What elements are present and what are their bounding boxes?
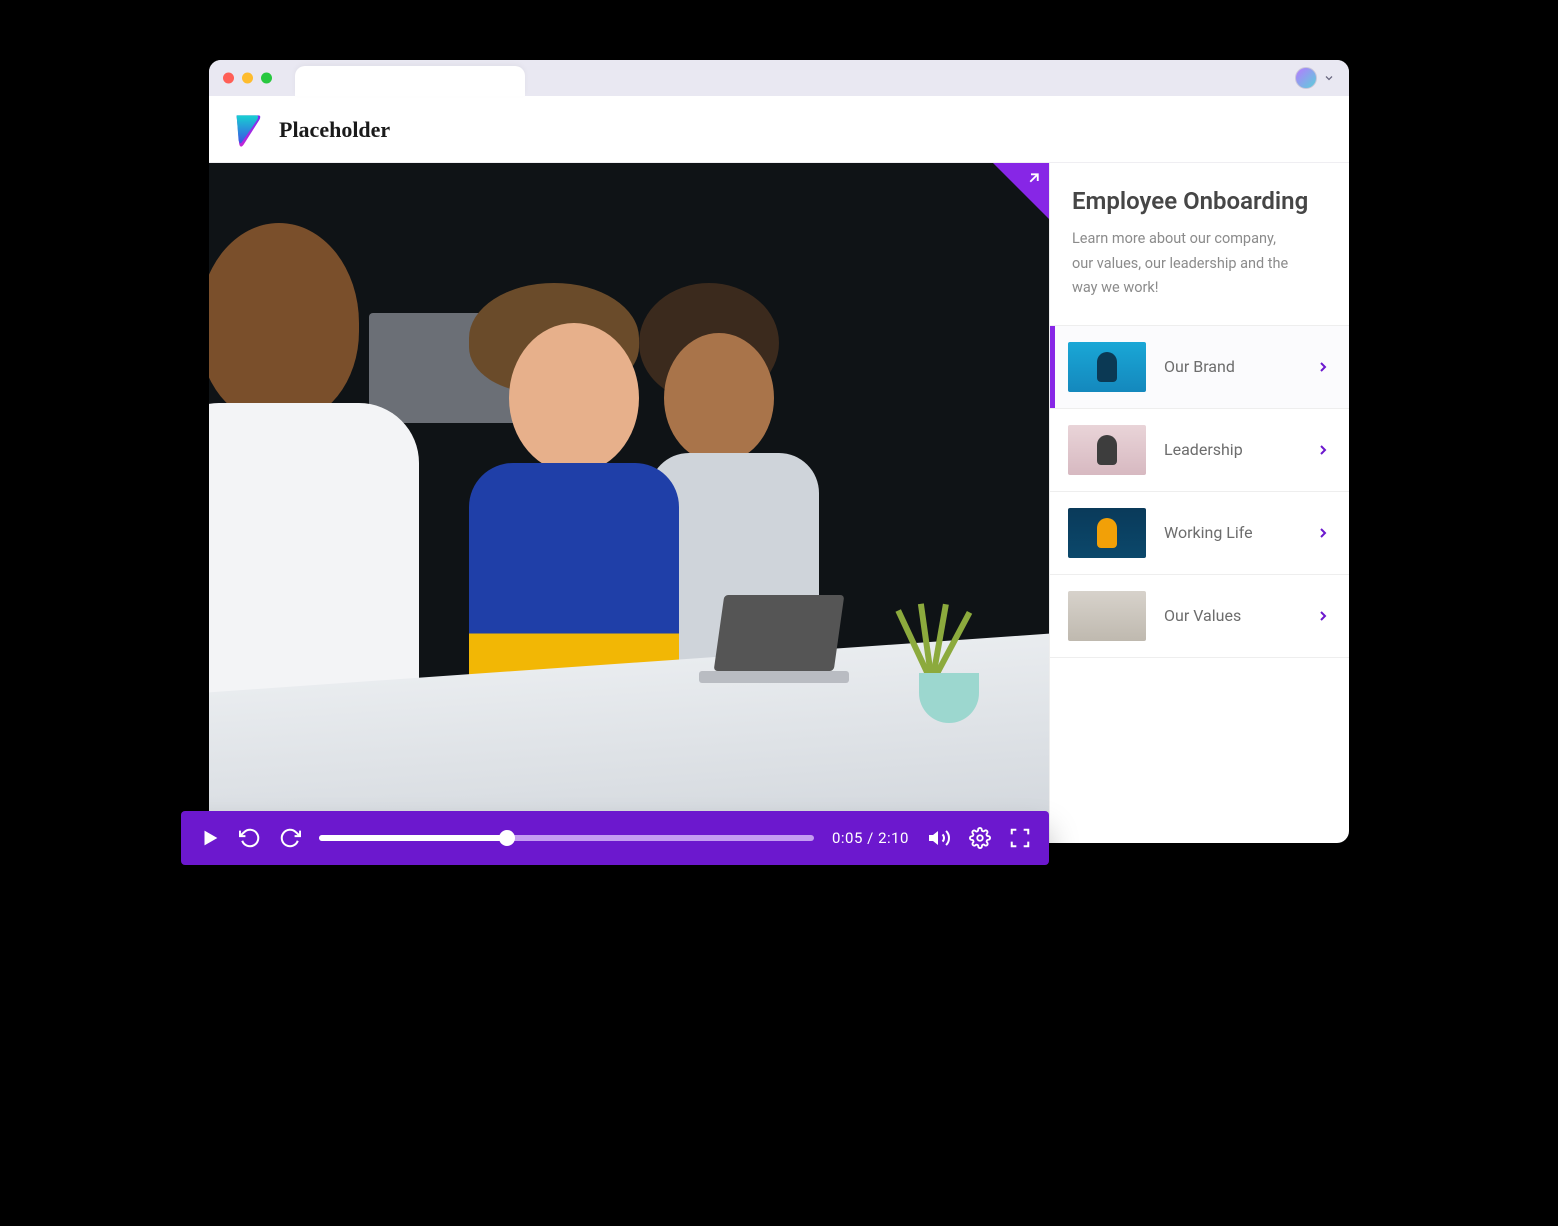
app-header: Placeholder xyxy=(209,96,1349,163)
progress-fill xyxy=(319,835,507,841)
expand-corner-button[interactable] xyxy=(993,163,1049,219)
sidebar: Employee Onboarding Learn more about our… xyxy=(1049,163,1349,843)
chevron-down-icon xyxy=(1323,72,1335,84)
browser-chrome xyxy=(209,60,1349,96)
progress-thumb[interactable] xyxy=(499,830,515,846)
rewind-button[interactable] xyxy=(239,827,261,849)
chapter-label: Leadership xyxy=(1164,440,1297,459)
progress-bar[interactable] xyxy=(319,835,814,841)
minimize-window-dot[interactable] xyxy=(242,73,253,84)
time-total: 2:10 xyxy=(878,829,909,847)
chapter-thumb xyxy=(1068,425,1146,475)
avatar xyxy=(1295,67,1317,89)
play-icon xyxy=(199,827,221,849)
close-window-dot[interactable] xyxy=(223,73,234,84)
chevron-right-icon xyxy=(1315,608,1331,624)
settings-button[interactable] xyxy=(969,827,991,849)
gear-icon xyxy=(969,827,991,849)
video-illustration xyxy=(209,163,1049,843)
browser-window: Placeholder xyxy=(209,60,1349,843)
rotate-ccw-icon xyxy=(239,827,261,849)
progress-track xyxy=(319,835,814,841)
fullscreen-button[interactable] xyxy=(1009,827,1031,849)
video-column: 0:05 / 2:10 xyxy=(209,163,1049,843)
forward-button[interactable] xyxy=(279,827,301,849)
maximize-window-dot[interactable] xyxy=(261,73,272,84)
chapter-label: Our Brand xyxy=(1164,357,1297,376)
rotate-cw-icon xyxy=(279,827,301,849)
sidebar-header: Employee Onboarding Learn more about our… xyxy=(1050,163,1349,326)
brand-name: Placeholder xyxy=(279,117,390,143)
chevron-right-icon xyxy=(1315,442,1331,458)
chevron-right-icon xyxy=(1315,525,1331,541)
chapter-item-our-brand[interactable]: Our Brand xyxy=(1050,326,1349,409)
arrow-up-right-icon xyxy=(1025,169,1043,187)
volume-icon xyxy=(927,826,951,850)
chapter-item-working-life[interactable]: Working Life xyxy=(1050,492,1349,575)
chevron-right-icon xyxy=(1315,359,1331,375)
time-display: 0:05 / 2:10 xyxy=(832,829,909,847)
chapter-item-our-values[interactable]: Our Values xyxy=(1050,575,1349,658)
window-controls xyxy=(223,73,272,84)
sidebar-description: Learn more about our company, our values… xyxy=(1072,227,1292,301)
chapter-thumb xyxy=(1068,508,1146,558)
chapter-thumb xyxy=(1068,591,1146,641)
time-current: 0:05 xyxy=(832,829,863,847)
video-player-bar: 0:05 / 2:10 xyxy=(181,811,1049,865)
video-area[interactable] xyxy=(209,163,1049,843)
chapter-label: Our Values xyxy=(1164,606,1297,625)
chapter-item-leadership[interactable]: Leadership xyxy=(1050,409,1349,492)
chapter-label: Working Life xyxy=(1164,523,1297,542)
volume-button[interactable] xyxy=(927,826,951,850)
browser-tab[interactable] xyxy=(295,66,525,96)
content: 0:05 / 2:10 xyxy=(209,163,1349,843)
fullscreen-icon xyxy=(1009,827,1031,849)
play-button[interactable] xyxy=(199,827,221,849)
profile-menu[interactable] xyxy=(1295,67,1335,89)
chapter-thumb xyxy=(1068,342,1146,392)
brand-logo-icon xyxy=(229,112,265,148)
sidebar-title: Employee Onboarding xyxy=(1072,187,1327,215)
